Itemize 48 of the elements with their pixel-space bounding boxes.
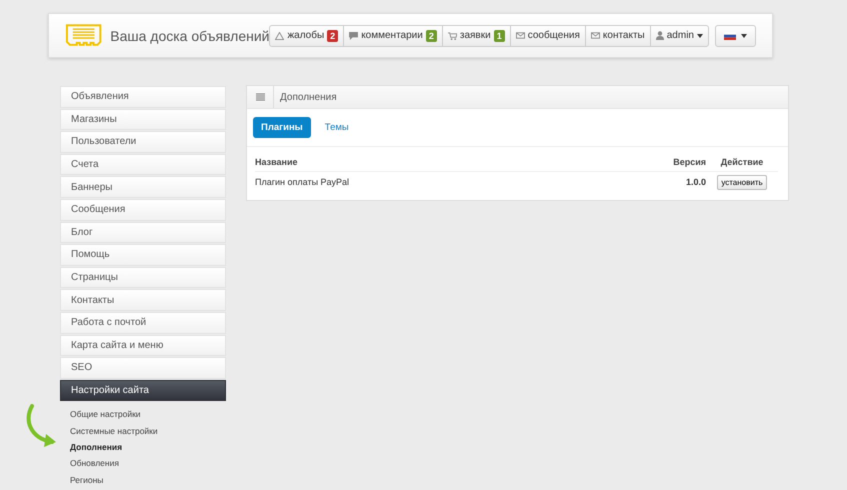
submenu-item[interactable]: Дополнения xyxy=(60,438,226,456)
sidebar-item[interactable]: Страницы xyxy=(60,266,226,288)
nav-button[interactable]: контакты xyxy=(584,26,650,46)
tab[interactable]: Темы xyxy=(316,117,357,138)
sidebar-item[interactable]: Карта сайта и меню xyxy=(60,334,226,356)
column-header: Версия xyxy=(672,157,706,167)
column-header: Название xyxy=(255,157,298,167)
count-badge: 2 xyxy=(327,30,338,42)
install-button[interactable]: установить xyxy=(717,174,767,190)
column-header: Действие xyxy=(720,157,764,167)
flag-icon xyxy=(724,32,736,40)
tab[interactable]: Плагины xyxy=(253,117,311,138)
sidebar-item[interactable]: Объявления xyxy=(60,86,226,108)
table-cell-text: 1.0.0 xyxy=(684,177,706,187)
sidebar-item[interactable]: Баннеры xyxy=(60,176,226,198)
panel-title: Дополнения xyxy=(280,92,337,102)
sidebar-item[interactable]: Сообщения xyxy=(60,198,226,221)
menu-icon xyxy=(256,93,264,101)
language-button[interactable] xyxy=(715,24,756,46)
comment-icon xyxy=(349,32,358,40)
submenu-item[interactable]: Обновления xyxy=(60,455,226,472)
arrow-drawing xyxy=(24,404,58,450)
nav-button[interactable]: заявки 1 xyxy=(442,26,510,46)
submenu-item[interactable]: Общие настройки xyxy=(60,406,226,423)
sidebar-item[interactable]: Пользователи xyxy=(60,131,226,153)
envelope-icon xyxy=(516,32,525,39)
submenu-item[interactable]: Системные настройки xyxy=(60,422,226,439)
site-title: Ваша доска объявлений xyxy=(110,28,270,44)
count-badge: 1 xyxy=(494,30,505,42)
count-badge: 2 xyxy=(426,30,437,42)
submenu-item[interactable]: Регионы xyxy=(60,472,226,488)
sidebar-item[interactable]: SEO xyxy=(60,357,226,379)
nav-button[interactable]: комментарии 2 xyxy=(343,26,442,46)
sidebar-item[interactable]: Работа с почтой xyxy=(60,312,226,334)
table-cell-text: Плагин оплаты PayPal xyxy=(255,177,350,187)
sidebar-item[interactable]: Магазины xyxy=(60,108,226,130)
envelope-icon xyxy=(590,32,600,39)
nav-button[interactable]: сообщения xyxy=(510,26,585,46)
nav-button[interactable]: жалобы 2 xyxy=(270,26,344,46)
sidebar-item[interactable]: Блог xyxy=(60,222,226,244)
nav-button[interactable]: admin xyxy=(650,26,708,46)
sidebar-item[interactable]: Помощь xyxy=(60,244,226,266)
warning-icon xyxy=(275,32,284,40)
cart-icon xyxy=(448,32,457,40)
user-icon xyxy=(656,31,664,40)
sidebar-item[interactable]: Настройки сайта xyxy=(60,380,226,402)
sidebar-item[interactable]: Счета xyxy=(60,154,226,176)
sidebar-item[interactable]: Контакты xyxy=(60,289,226,311)
